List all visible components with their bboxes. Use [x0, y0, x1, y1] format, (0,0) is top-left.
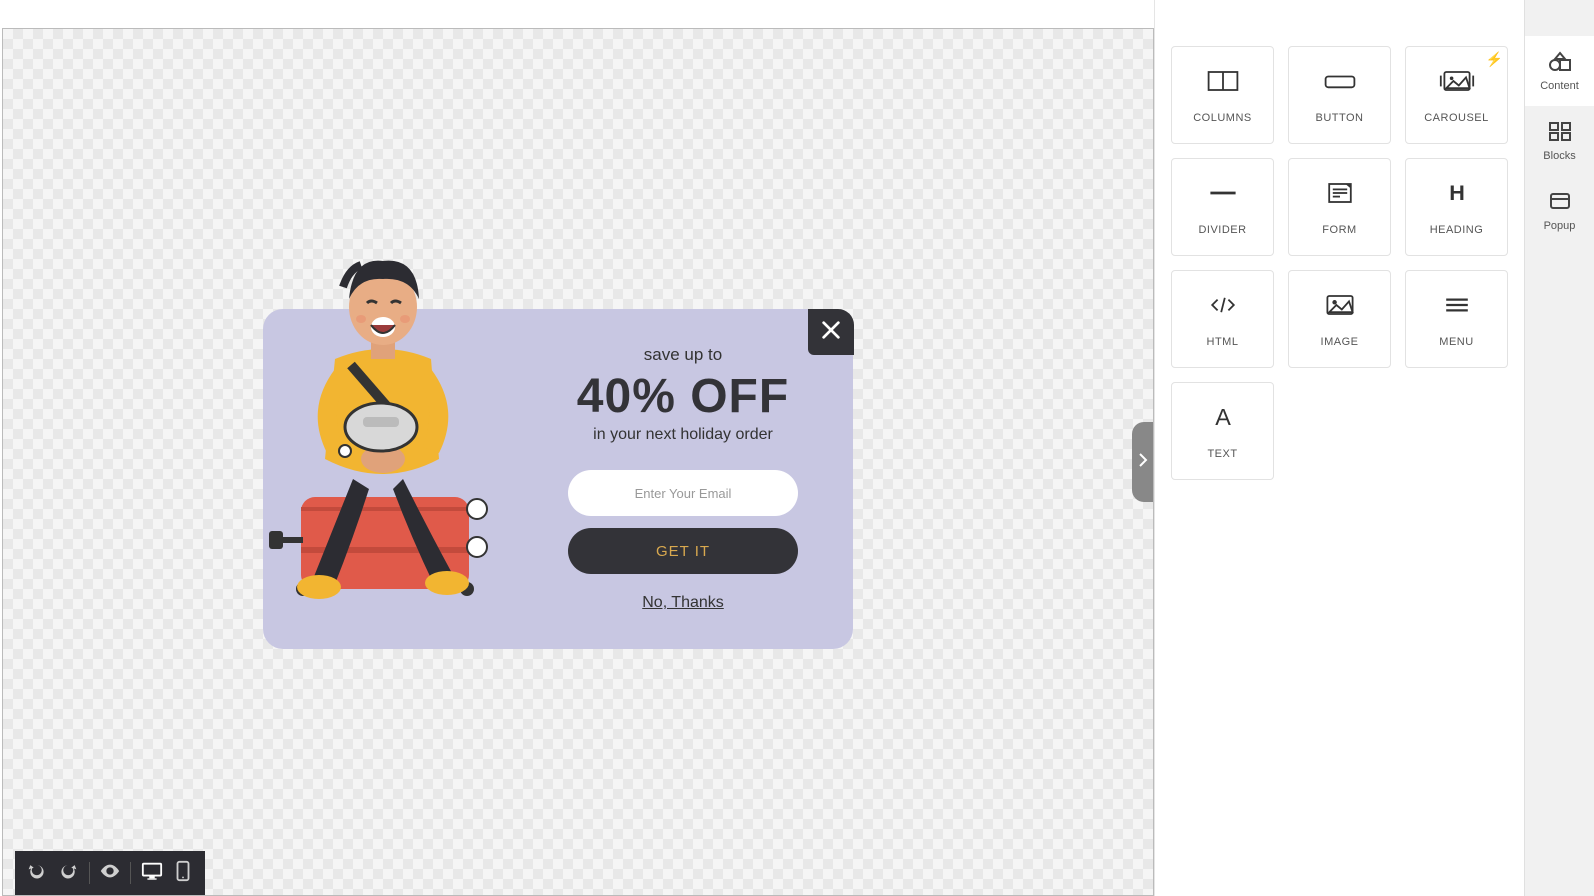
heading-icon: H: [1439, 179, 1475, 212]
window-icon: [1548, 191, 1572, 214]
tab-blocks[interactable]: Blocks: [1525, 106, 1594, 176]
tab-popup[interactable]: Popup: [1525, 176, 1594, 246]
undo-icon: [27, 861, 47, 886]
block-label: HTML: [1207, 336, 1239, 348]
email-input[interactable]: [568, 470, 798, 516]
popup-heading: 40% OFF: [543, 369, 823, 424]
block-form[interactable]: FORM: [1288, 158, 1391, 256]
bolt-icon: ⚡: [1486, 51, 1503, 68]
form-icon: [1322, 179, 1358, 212]
desktop-icon: [141, 860, 163, 887]
popup-illustration: [243, 229, 523, 609]
block-label: COLUMNS: [1193, 112, 1252, 124]
toolbar-divider: [130, 862, 131, 884]
divider-icon: [1205, 179, 1241, 212]
block-divider[interactable]: DIVIDER: [1171, 158, 1274, 256]
block-label: BUTTON: [1315, 112, 1363, 124]
svg-text:H: H: [1449, 180, 1465, 205]
blocks-panel: COLUMNS BUTTON ⚡ CAROUSEL DIVIDER FORM H…: [1154, 0, 1524, 896]
block-html[interactable]: HTML: [1171, 270, 1274, 368]
button-icon: [1322, 67, 1358, 100]
menu-icon: [1439, 291, 1475, 324]
block-label: FORM: [1322, 224, 1356, 236]
get-it-button[interactable]: GET IT: [568, 528, 798, 574]
tab-label: Blocks: [1543, 150, 1575, 162]
preview-button[interactable]: [98, 859, 123, 887]
block-label: DIVIDER: [1198, 224, 1246, 236]
columns-icon: [1205, 67, 1241, 100]
block-label: IMAGE: [1321, 336, 1359, 348]
desktop-view-button[interactable]: [139, 859, 164, 887]
mobile-view-button[interactable]: [170, 859, 195, 887]
image-icon: [1322, 291, 1358, 324]
blocks-grid: COLUMNS BUTTON ⚡ CAROUSEL DIVIDER FORM H…: [1171, 46, 1508, 480]
eye-icon: [99, 860, 121, 887]
popup-card: save up to 40% OFF in your next holiday …: [263, 309, 853, 649]
block-heading[interactable]: H HEADING: [1405, 158, 1508, 256]
block-label: HEADING: [1430, 224, 1484, 236]
tab-content[interactable]: Content: [1525, 36, 1594, 106]
chevron-right-icon: [1138, 452, 1148, 473]
svg-text:A: A: [1215, 404, 1231, 430]
close-icon: [820, 319, 842, 346]
shapes-icon: [1548, 51, 1572, 74]
redo-button[interactable]: [56, 859, 81, 887]
grid-icon: [1548, 121, 1572, 144]
text-icon: A: [1205, 403, 1241, 436]
popup-subheading: in your next holiday order: [543, 426, 823, 444]
block-label: TEXT: [1207, 448, 1237, 460]
tab-label: Popup: [1544, 220, 1576, 232]
tab-label: Content: [1540, 80, 1579, 92]
redo-icon: [58, 861, 78, 886]
popup-preheading: save up to: [543, 345, 823, 365]
block-image[interactable]: IMAGE: [1288, 270, 1391, 368]
popup-content: save up to 40% OFF in your next holiday …: [543, 345, 823, 649]
canvas[interactable]: save up to 40% OFF in your next holiday …: [2, 28, 1154, 896]
html-icon: [1205, 291, 1241, 324]
close-button[interactable]: [808, 309, 854, 355]
block-menu[interactable]: MENU: [1405, 270, 1508, 368]
no-thanks-link[interactable]: No, Thanks: [642, 594, 724, 612]
block-text[interactable]: A TEXT: [1171, 382, 1274, 480]
block-label: CAROUSEL: [1424, 112, 1489, 124]
block-label: MENU: [1439, 336, 1473, 348]
bottom-toolbar: [15, 851, 205, 895]
right-tabs: Content Blocks Popup: [1524, 0, 1594, 896]
toolbar-divider: [89, 862, 90, 884]
panel-collapse-handle[interactable]: [1132, 422, 1154, 502]
block-carousel[interactable]: ⚡ CAROUSEL: [1405, 46, 1508, 144]
block-columns[interactable]: COLUMNS: [1171, 46, 1274, 144]
undo-button[interactable]: [25, 859, 50, 887]
block-button[interactable]: BUTTON: [1288, 46, 1391, 144]
mobile-icon: [175, 860, 191, 887]
carousel-icon: [1439, 67, 1475, 100]
